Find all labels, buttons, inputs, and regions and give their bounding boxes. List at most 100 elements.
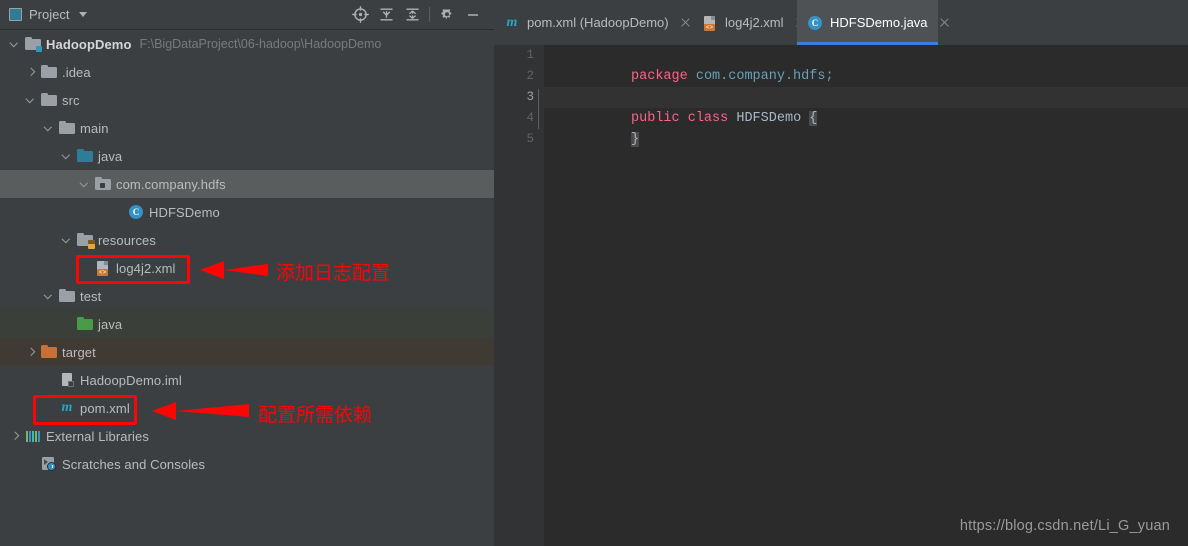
chevron-collapsed-icon[interactable] [26, 347, 37, 358]
tree-row-idea[interactable]: .idea [0, 58, 494, 86]
resources-root-folder-icon [77, 232, 95, 249]
minimize-icon[interactable] [460, 2, 486, 28]
chevron-expanded-icon[interactable] [10, 39, 21, 50]
excluded-folder-icon [41, 344, 57, 360]
tree-label: target [62, 344, 96, 360]
tree-row-pom-xml[interactable]: m pom.xml [0, 394, 494, 422]
code-line-3: public class HDFSDemo { [544, 87, 1188, 126]
chevron-expanded-icon[interactable] [80, 179, 91, 190]
close-icon[interactable] [679, 16, 692, 29]
code-content[interactable]: package com.company.hdfs; public class H… [544, 45, 1188, 546]
tree-row-test[interactable]: test [0, 282, 494, 310]
scratches-icon [41, 456, 57, 472]
chevron-collapsed-icon[interactable] [26, 67, 37, 78]
tree-row-target[interactable]: target [0, 338, 494, 366]
no-chevron [62, 319, 73, 330]
editor-area: m pom.xml (HadoopDemo) <> log4j2.xml C H… [494, 0, 1188, 546]
code-line-4: } [631, 132, 640, 147]
code-fold-region-line[interactable] [538, 89, 539, 129]
gear-icon[interactable] [434, 2, 460, 28]
project-panel-toolbar: Project [0, 0, 494, 30]
project-panel-title-button[interactable]: Project [9, 0, 88, 29]
code-editor[interactable]: 1 2 3 4 5 package com.company.hdfs; publ… [494, 45, 1188, 546]
tree-row-external-libraries[interactable]: External Libraries [0, 422, 494, 450]
maven-pom-icon: m [61, 400, 73, 415]
chevron-expanded-icon[interactable] [62, 235, 73, 246]
tab-label: log4j2.xml [725, 15, 784, 30]
no-chevron [113, 207, 124, 218]
tree-label: HadoopDemo.iml [80, 372, 182, 388]
tab-label: HDFSDemo.java [830, 15, 928, 30]
line-number: 4 [526, 111, 534, 125]
locate-in-tree-icon[interactable] [347, 2, 373, 28]
intellij-idea-window: Project HadoopDemo F:\BigDataProject\06-… [0, 0, 1188, 546]
tab-label: pom.xml (HadoopDemo) [527, 15, 669, 30]
line-number: 5 [526, 132, 534, 146]
chevron-expanded-icon[interactable] [44, 291, 55, 302]
project-panel-title-label: Project [29, 7, 70, 22]
no-chevron [44, 403, 55, 414]
chevron-expanded-icon[interactable] [44, 123, 55, 134]
blog-watermark: https://blog.csdn.net/Li_G_yuan [959, 518, 1170, 534]
maven-pom-icon: m [506, 14, 518, 30]
chevron-down-icon[interactable] [79, 12, 88, 17]
tree-row-src[interactable]: src [0, 86, 494, 114]
folder-icon [41, 64, 57, 80]
tree-label: resources [98, 232, 156, 248]
package-icon [95, 176, 111, 192]
folder-icon [41, 92, 57, 108]
java-class-icon: C [807, 15, 823, 31]
expand-all-icon[interactable] [373, 2, 399, 28]
editor-gutter[interactable]: 1 2 3 4 5 [494, 45, 544, 546]
xml-file-icon: <> [95, 260, 111, 276]
tree-row-hadoopdemo[interactable]: HadoopDemo F:\BigDataProject\06-hadoop\H… [0, 30, 494, 58]
tree-label: src [62, 92, 80, 108]
no-chevron [26, 459, 37, 470]
tree-label: HDFSDemo [149, 204, 220, 220]
collapse-all-icon[interactable] [399, 2, 425, 28]
tree-label: log4j2.xml [116, 260, 176, 276]
tab-pom-xml[interactable]: m pom.xml (HadoopDemo) [494, 0, 692, 45]
tree-row-scratches-and-consoles[interactable]: Scratches and Consoles [0, 450, 494, 478]
tree-label: Scratches and Consoles [62, 456, 206, 472]
project-tool-window: Project HadoopDemo F:\BigDataProject\06-… [0, 0, 494, 546]
tree-row-resources[interactable]: resources [0, 226, 494, 254]
tree-row-main[interactable]: main [0, 114, 494, 142]
module-iml-icon [59, 372, 75, 388]
no-chevron [80, 263, 91, 274]
tree-label: External Libraries [46, 428, 149, 444]
tree-row-hdfsdemo-class[interactable]: C HDFSDemo [0, 198, 494, 226]
tree-label: HadoopDemo [46, 36, 132, 52]
source-root-folder-icon [77, 148, 93, 164]
line-number: 3 [526, 90, 534, 104]
folder-icon [59, 288, 75, 304]
external-libraries-icon [25, 428, 41, 444]
tab-hdfsdemo-java[interactable]: C HDFSDemo.java [797, 0, 938, 45]
tree-label: .idea [62, 64, 91, 80]
tab-log4j2-xml[interactable]: <> log4j2.xml [692, 0, 797, 45]
tree-row-log4j2-xml[interactable]: <> log4j2.xml [0, 254, 494, 282]
project-folder-icon [25, 36, 42, 52]
tree-label: pom.xml [80, 400, 130, 416]
tree-row-test-java[interactable]: java [0, 310, 494, 338]
chevron-expanded-icon[interactable] [26, 95, 37, 106]
java-class-icon: C [128, 204, 144, 220]
tree-label: test [80, 288, 102, 304]
project-window-icon [9, 8, 22, 21]
close-icon[interactable] [938, 16, 951, 29]
tree-row-hadoopdemo-iml[interactable]: HadoopDemo.iml [0, 366, 494, 394]
chevron-expanded-icon[interactable] [62, 151, 73, 162]
xml-file-icon: <> [702, 15, 718, 31]
chevron-collapsed-icon[interactable] [10, 431, 21, 442]
tree-row-package-com-company-hdfs[interactable]: com.company.hdfs [0, 170, 494, 198]
project-tree[interactable]: HadoopDemo F:\BigDataProject\06-hadoop\H… [0, 30, 494, 546]
project-path: F:\BigDataProject\06-hadoop\HadoopDemo [139, 37, 382, 51]
tree-label: java [98, 148, 123, 164]
editor-tab-bar: m pom.xml (HadoopDemo) <> log4j2.xml C H… [494, 0, 1188, 45]
code-line-1: package com.company.hdfs; [631, 69, 834, 84]
no-chevron [44, 375, 55, 386]
tree-label: com.company.hdfs [116, 176, 226, 192]
tree-row-main-java[interactable]: java [0, 142, 494, 170]
